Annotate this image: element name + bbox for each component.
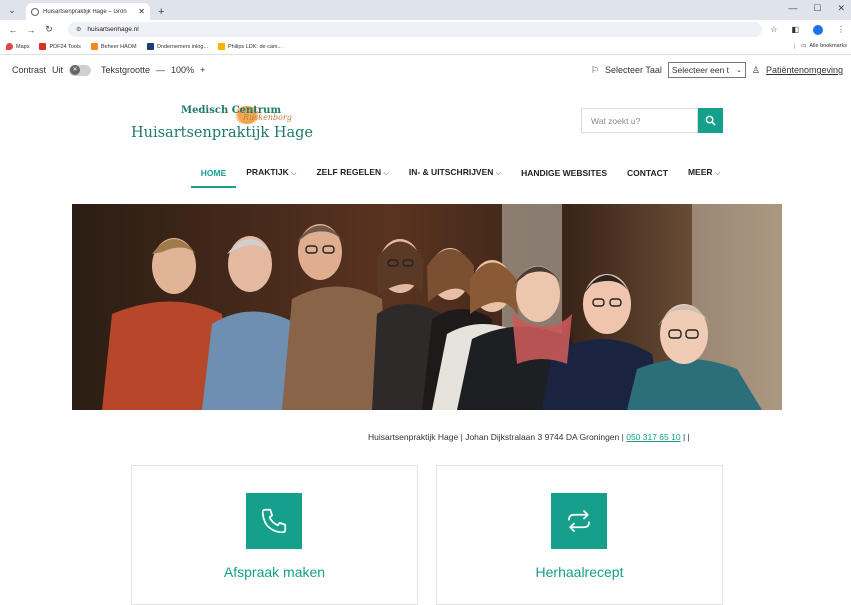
patient-portal-link[interactable]: Patiëntenomgeving [766, 65, 843, 75]
zoom-value: 100% [171, 65, 195, 75]
chevron-down-icon: ⌵ [383, 170, 389, 177]
tab-search-icon[interactable]: ⌄ [4, 2, 20, 18]
bookmark-haom[interactable]: Beheer HAOM [90, 43, 137, 50]
folder-icon: ▭ [801, 43, 807, 49]
team-photo-illustration [72, 204, 782, 410]
bookmark-maps[interactable]: Maps [6, 43, 29, 50]
text-increase-button[interactable]: + [200, 65, 205, 75]
maximize-icon[interactable]: ☐ [813, 3, 821, 14]
back-icon[interactable]: ← [6, 25, 20, 35]
card-title: Afspraak maken [223, 564, 326, 580]
more-menu-icon[interactable]: ⋮ [837, 25, 845, 35]
minimize-icon[interactable]: — [788, 3, 797, 14]
profile-avatar-icon[interactable] [813, 24, 823, 35]
accessibility-bar: Contrast Uit ✕ Tekstgrootte — 100% + ⚐ S… [0, 55, 851, 85]
contrast-label: Contrast [12, 65, 47, 75]
bookmark-pdf24[interactable]: PDF24 Tools [39, 43, 81, 50]
window-controls: — ☐ ✕ [788, 3, 845, 14]
contrast-value: Uit [52, 65, 64, 75]
phone-icon [246, 493, 302, 549]
textsize-label: Tekstgrootte [101, 65, 151, 75]
repeat-icon [551, 493, 607, 549]
chevron-down-icon: ⌵ [291, 170, 297, 177]
search-input[interactable]: Wat zoekt u? [581, 108, 698, 133]
card-afspraak-maken[interactable]: Afspraak maken [131, 465, 418, 605]
nav-home[interactable]: HOME [190, 162, 237, 188]
nav-handige-websites[interactable]: HANDIGE WEBSITES [511, 162, 617, 184]
practice-name: Huisartsenpraktijk Hage [368, 432, 459, 442]
philips-icon [217, 43, 225, 50]
all-bookmarks[interactable]: ▭ Alle bookmarks [794, 43, 847, 49]
site-logo[interactable]: Medisch Centrum Ruskenborg Huisartsenpra… [131, 103, 313, 148]
site-info-icon[interactable]: ⚙ [76, 26, 81, 33]
flag-icon: ⚐ [590, 64, 599, 75]
card-herhaalrecept[interactable]: Herhaalrecept [436, 465, 723, 605]
toggle-off-icon: ✕ [70, 65, 81, 75]
user-icon: ♙ [751, 64, 760, 75]
new-tab-icon[interactable]: + [158, 6, 164, 18]
logo-line1b: Ruskenborg [243, 113, 292, 122]
pdf24-icon [39, 43, 47, 50]
url-text: huisartsenhage.nl [87, 26, 139, 33]
tab-title: Huisartsenpraktijk Hage – Gron [43, 8, 127, 15]
chevron-down-icon: ⌵ [495, 170, 502, 177]
chevron-down-icon: ⌵ [714, 170, 721, 177]
card-title: Herhaalrecept [535, 564, 624, 580]
haom-icon [90, 43, 98, 50]
language-select[interactable]: Selecteer een t ⌄ [667, 62, 746, 78]
search-button[interactable] [698, 108, 723, 133]
nav-praktijk[interactable]: PRAKTIJK ⌵ [236, 161, 306, 184]
nav-in-uitschrijven[interactable]: IN- & UITSCHRIJVEN ⌵ [399, 161, 511, 184]
reload-icon[interactable]: ↻ [42, 24, 56, 35]
close-window-icon[interactable]: ✕ [837, 3, 845, 14]
text-decrease-button[interactable]: — [156, 65, 165, 75]
main-navigation: HOME PRAKTIJK ⌵ ZELF REGELEN ⌵ IN- & UIT… [0, 155, 851, 190]
nav-meer[interactable]: MEER ⌵ [678, 161, 730, 184]
favicon-icon [31, 7, 39, 16]
site-search: Wat zoekt u? [581, 108, 723, 133]
chevron-down-icon: ⌄ [735, 67, 742, 74]
hero-team-photo [72, 204, 782, 410]
bank-icon [146, 43, 154, 50]
street-address: Johan Dijkstralaan 3 9744 DA Groningen [465, 432, 620, 442]
close-tab-icon[interactable]: ✕ [138, 7, 145, 16]
sidepanel-icon[interactable]: ◧ [791, 25, 799, 35]
practice-address: Huisartsenpraktijk Hage | Johan Dijkstra… [368, 432, 690, 442]
map-pin-icon [6, 43, 13, 50]
browser-tabbar: ⌄ Huisartsenpraktijk Hage – Gron ✕ + — ☐… [0, 0, 851, 20]
logo-line2: Huisartsenpraktijk Hage [131, 125, 313, 141]
bookmark-ondernemers[interactable]: Ondernemers inlog... [146, 43, 208, 50]
browser-tab[interactable]: Huisartsenpraktijk Hage – Gron ✕ [26, 3, 150, 20]
phone-link[interactable]: 050 317 65 10 [626, 432, 680, 442]
url-field[interactable]: ⚙ huisartsenhage.nl [68, 22, 763, 37]
forward-icon[interactable]: → [24, 25, 38, 35]
search-icon [705, 115, 716, 126]
site-header: Medisch Centrum Ruskenborg Huisartsenpra… [0, 85, 851, 155]
nav-contact[interactable]: CONTACT [617, 162, 678, 184]
address-bar: ← → ↻ ⚙ huisartsenhage.nl ☆ ◧ ⋮ [0, 20, 851, 39]
language-label: Selecteer Taal [604, 65, 662, 75]
bookmarks-bar: Maps PDF24 Tools Beheer HAOM Ondernemers… [0, 39, 851, 55]
bookmark-philips[interactable]: Philips LDK: de cam... [217, 43, 282, 50]
contrast-toggle[interactable]: ✕ [69, 64, 92, 76]
bookmark-star-icon[interactable]: ☆ [770, 25, 777, 35]
nav-zelf-regelen[interactable]: ZELF REGELEN ⌵ [306, 161, 398, 184]
